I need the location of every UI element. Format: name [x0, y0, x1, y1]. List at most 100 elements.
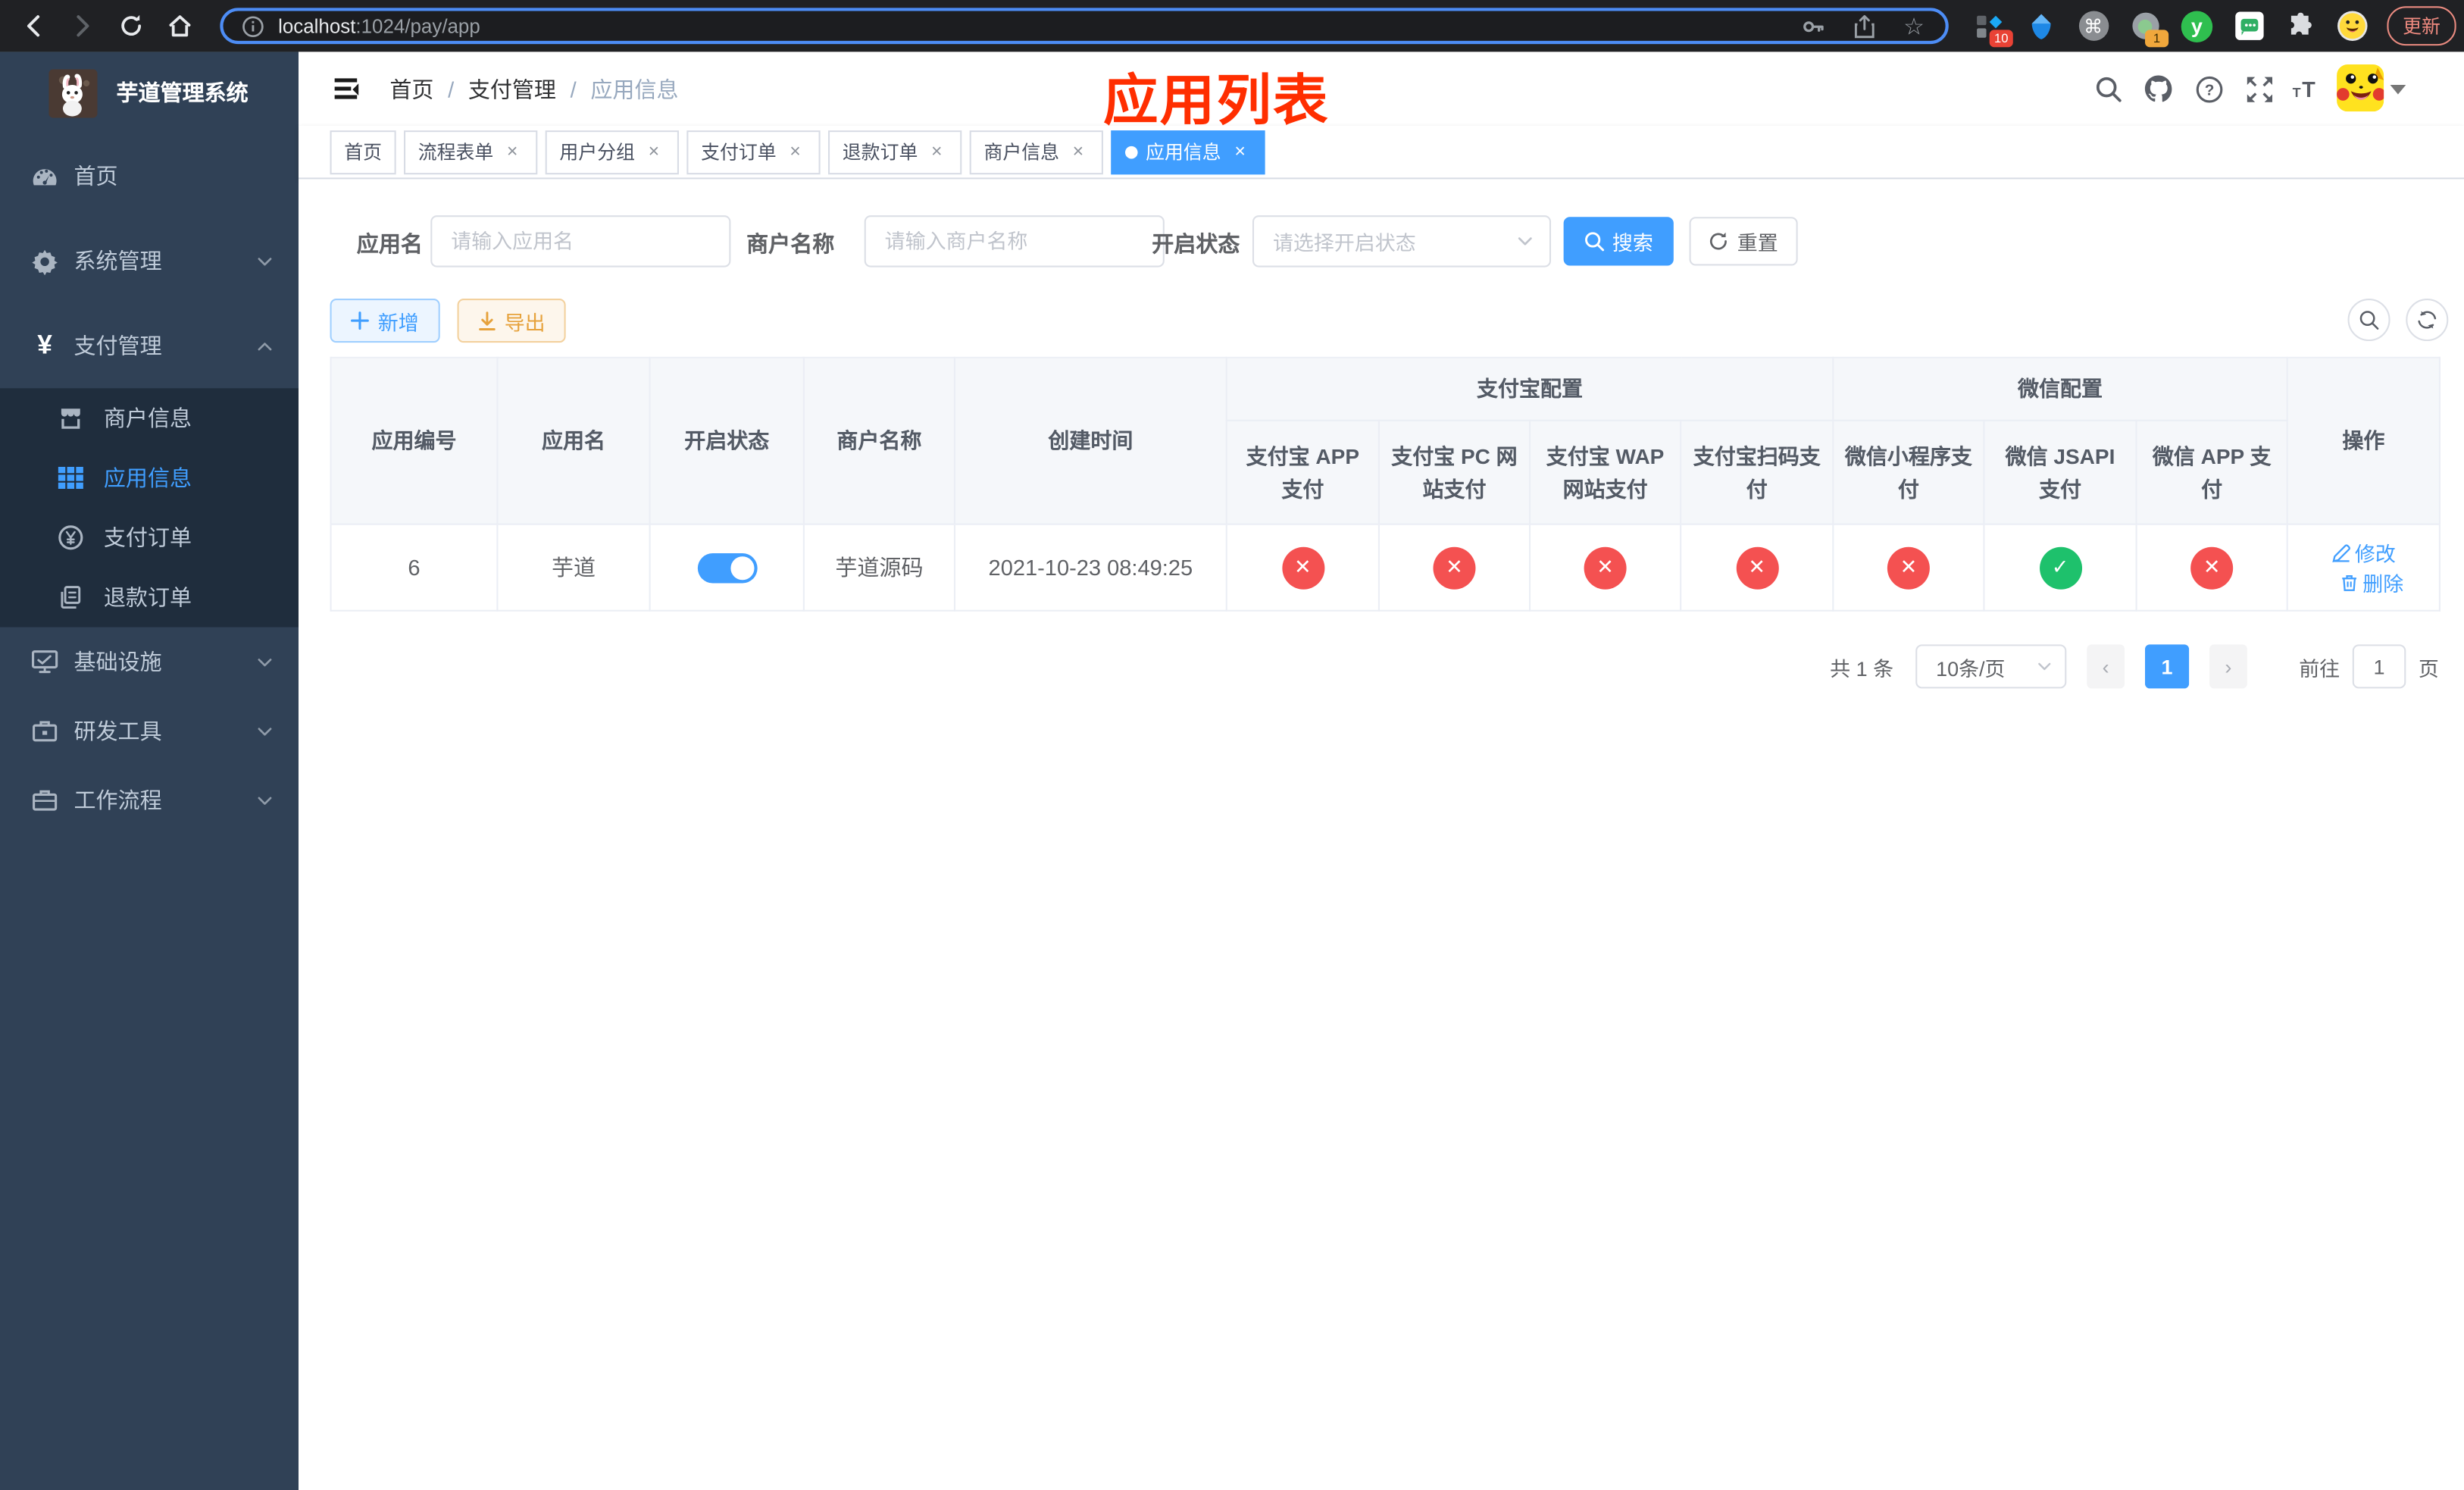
share-icon[interactable] — [1851, 14, 1876, 39]
app-name-input[interactable] — [430, 215, 731, 268]
pagination-total: 共 1 条 — [1830, 656, 1894, 681]
url-host: localhost — [278, 14, 356, 37]
ext-recorder-icon[interactable]: 1 — [2129, 10, 2169, 47]
merchant-name-input[interactable] — [864, 215, 1165, 268]
cell-status — [649, 523, 805, 612]
tag-app-info-active[interactable]: 应用信息 × — [1111, 130, 1265, 174]
document-icon — [58, 585, 83, 610]
status-label: 开启状态 — [1152, 230, 1240, 257]
close-icon[interactable]: × — [502, 140, 524, 163]
close-icon[interactable]: × — [784, 140, 806, 163]
tag-merchant-info[interactable]: 商户信息 × — [969, 130, 1104, 174]
sidebar-item-dev-tools[interactable]: 研发工具 — [0, 696, 299, 765]
sidebar-item-system[interactable]: 系统管理 — [0, 218, 299, 303]
sidebar-item-workflow[interactable]: 工作流程 — [0, 765, 299, 834]
user-avatar[interactable] — [2337, 64, 2384, 112]
breadcrumb-payment[interactable]: 支付管理 — [468, 73, 556, 104]
ext-hackernews-y-icon[interactable]: y — [2181, 10, 2213, 42]
col-header-actions: 操作 — [2286, 356, 2441, 525]
close-icon[interactable]: × — [926, 140, 948, 163]
search-button[interactable]: 搜索 — [1563, 217, 1674, 266]
ext-blocks-icon[interactable]: 10 — [1974, 10, 2013, 47]
browser-back-icon[interactable] — [19, 12, 47, 40]
sidebar-item-label: 退款订单 — [103, 584, 192, 610]
font-size-icon[interactable]: TT — [2291, 74, 2321, 103]
svg-text:T: T — [2293, 85, 2301, 100]
dashboard-icon — [31, 163, 58, 189]
help-icon[interactable]: ? — [2194, 74, 2223, 103]
sidebar-item-label: 应用信息 — [103, 465, 192, 491]
ext-gem-icon[interactable] — [2025, 10, 2056, 41]
merchant-name-label: 商户名称 — [746, 230, 835, 257]
col-header-status: 开启状态 — [649, 356, 805, 525]
pagination: 共 1 条 10条/页 ‹ 1 › 前往 页 — [299, 644, 2439, 689]
browser-home-icon[interactable] — [165, 12, 193, 40]
briefcase-icon — [31, 787, 58, 813]
sidebar-item-label: 系统管理 — [73, 248, 162, 274]
page-annotation-title: 应用列表 — [1102, 70, 1330, 133]
breadcrumb-home[interactable]: 首页 — [389, 73, 433, 104]
refresh-button[interactable] — [2406, 299, 2449, 342]
tag-process-form[interactable]: 流程表单 × — [404, 130, 538, 174]
extensions-row: 10 ⌘ 1 y — [1974, 10, 2369, 47]
tag-payment-orders[interactable]: 支付订单 × — [686, 130, 821, 174]
svg-text:?: ? — [2204, 80, 2214, 98]
cell-merchant: 芋道源码 — [802, 523, 955, 612]
browser-forward-icon[interactable] — [67, 12, 95, 40]
close-icon[interactable]: × — [1067, 140, 1089, 163]
tag-home[interactable]: 首页 — [330, 130, 396, 174]
payment-submenu: 商户信息 应用信息 支付订单 退款订单 — [0, 388, 299, 628]
browser-update-button[interactable]: 更新 — [2387, 6, 2456, 46]
avatar-caret-icon[interactable] — [2390, 84, 2406, 95]
sidebar-item-payment[interactable]: ¥ 支付管理 — [0, 303, 299, 388]
gear-icon — [31, 248, 58, 274]
export-button[interactable]: 导出 — [457, 299, 566, 343]
browser-reload-icon[interactable] — [116, 12, 144, 40]
close-icon[interactable]: × — [643, 140, 664, 163]
status-select[interactable]: 请选择开启状态 — [1252, 215, 1552, 268]
prev-page-button[interactable]: ‹ — [2087, 644, 2125, 689]
sidebar-item-refund-orders[interactable]: 退款订单 — [0, 568, 299, 628]
coin-yen-icon — [58, 525, 83, 550]
active-dot — [1125, 145, 1138, 158]
page-size-select[interactable]: 10条/页 — [1915, 644, 2067, 689]
sidebar-collapse-icon[interactable] — [333, 74, 363, 103]
password-key-icon[interactable] — [1801, 14, 1826, 39]
status-toggle[interactable] — [696, 552, 757, 583]
add-button[interactable]: 新增 — [330, 299, 440, 343]
ext-chat-icon[interactable] — [2233, 10, 2264, 41]
sidebar-item-home[interactable]: 首页 — [0, 133, 299, 218]
edit-link[interactable]: 修改 — [2331, 537, 2396, 567]
col-header-alipay-qr: 支付宝扫码支付 — [1680, 419, 1834, 525]
site-info-icon[interactable] — [242, 15, 264, 37]
browser-toolbar: localhost:1024/pay/app ☆ 10 ⌘ 1 y 更新 — [0, 0, 2464, 52]
github-icon[interactable] — [2143, 74, 2173, 103]
col-header-wechat-jsapi: 微信 JSAPI 支付 — [1983, 419, 2137, 525]
yen-icon: ¥ — [37, 330, 52, 360]
col-header-merchant: 商户名称 — [802, 356, 955, 525]
sidebar-item-payment-orders[interactable]: 支付订单 — [0, 508, 299, 568]
status-cross-icon: ✕ — [1887, 546, 1930, 589]
goto-page-input[interactable] — [2352, 644, 2406, 689]
ext-command-icon[interactable]: ⌘ — [2078, 10, 2109, 41]
sidebar-item-app-info[interactable]: 应用信息 — [0, 448, 299, 508]
sidebar-item-infrastructure[interactable]: 基础设施 — [0, 628, 299, 696]
toggle-search-button[interactable] — [2347, 299, 2391, 342]
delete-link[interactable]: 删除 — [2339, 568, 2403, 597]
page-1-button[interactable]: 1 — [2144, 644, 2190, 689]
search-icon[interactable] — [2093, 74, 2123, 103]
sidebar-item-merchant-info[interactable]: 商户信息 — [0, 388, 299, 448]
reset-button[interactable]: 重置 — [1689, 217, 1798, 266]
close-icon[interactable]: × — [1229, 140, 1251, 163]
extensions-puzzle-icon[interactable] — [2285, 10, 2316, 41]
bookmark-star-icon[interactable]: ☆ — [1902, 14, 1927, 40]
col-header-app-id: 应用编号 — [330, 356, 499, 525]
table-row: 6 芋道 芋道源码 2021-10-23 08:49:25 ✕ ✕ ✕ ✕ ✕ … — [330, 523, 2441, 612]
fullscreen-icon[interactable] — [2244, 74, 2274, 103]
app-logo-row[interactable]: 芋道管理系统 — [0, 52, 299, 133]
tag-user-group[interactable]: 用户分组 × — [545, 130, 680, 174]
tag-refund-orders[interactable]: 退款订单 × — [828, 130, 962, 174]
next-page-button[interactable]: › — [2209, 644, 2247, 689]
profile-emoji-avatar[interactable] — [2337, 10, 2368, 41]
address-bar[interactable]: localhost:1024/pay/app ☆ — [220, 8, 1949, 45]
